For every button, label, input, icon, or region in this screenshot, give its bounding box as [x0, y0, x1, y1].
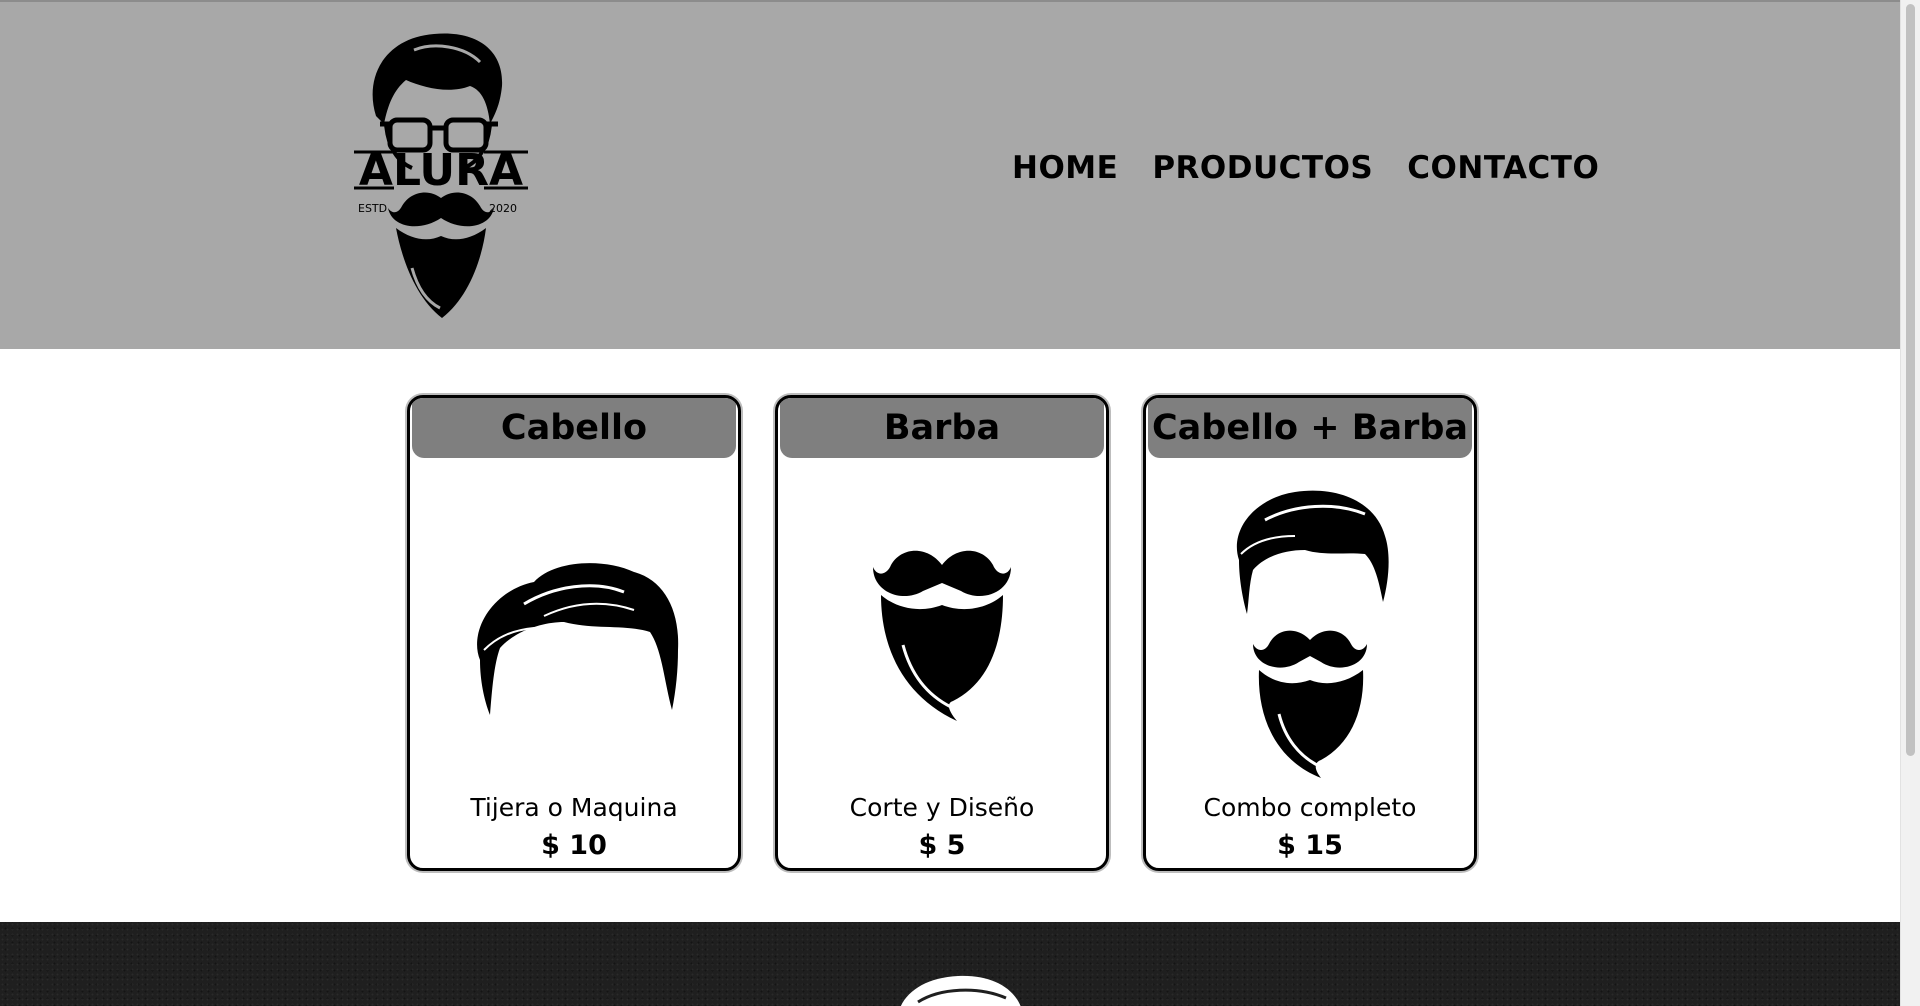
bearded-man-logo-icon: ALURA ESTD 2020: [354, 33, 528, 318]
main-nav: HOME PRODUCTOS CONTACTO: [1012, 150, 1599, 186]
product-card-cabello[interactable]: Cabello Tijera o Maquina $ 10: [407, 395, 741, 871]
hair-icon: [477, 563, 679, 715]
svg-text:2020: 2020: [489, 202, 517, 215]
product-title: Barba: [780, 398, 1104, 458]
nav-productos-link[interactable]: PRODUCTOS: [1152, 150, 1373, 186]
product-title: Cabello + Barba: [1148, 398, 1472, 458]
product-title: Cabello: [412, 398, 736, 458]
hair-and-beard-icon: [1236, 490, 1389, 778]
site-footer: [0, 922, 1900, 1006]
svg-text:ALURA: ALURA: [359, 145, 523, 196]
product-price: $ 15: [1277, 830, 1343, 861]
product-list: Cabello Tijera o Maquina $ 10 Barba Cort…: [407, 395, 1477, 871]
scrollbar-thumb[interactable]: [1906, 4, 1915, 756]
product-card-cabello-barba[interactable]: Cabello + Barba Combo completo $ 15: [1143, 395, 1477, 871]
footer-logo-icon: [901, 975, 1021, 1006]
product-description: Tijera o Maquina: [470, 793, 678, 822]
product-description: Corte y Diseño: [849, 793, 1035, 822]
site-header: ALURA ESTD 2020 HOME PRODUCTOS CONTACTO: [0, 0, 1900, 349]
product-description: Combo completo: [1203, 793, 1417, 822]
product-image: [410, 480, 738, 780]
beard-icon: [873, 550, 1011, 721]
nav-contacto-link[interactable]: CONTACTO: [1407, 150, 1599, 186]
product-image: [778, 480, 1106, 780]
nav-home-link[interactable]: HOME: [1012, 150, 1118, 186]
product-image: [1146, 480, 1474, 780]
svg-text:ESTD: ESTD: [358, 202, 387, 215]
product-price: $ 5: [918, 830, 966, 861]
product-card-barba[interactable]: Barba Corte y Diseño $ 5: [775, 395, 1109, 871]
alura-logo[interactable]: ALURA ESTD 2020: [354, 28, 528, 324]
vertical-scrollbar[interactable]: [1900, 0, 1920, 1006]
product-price: $ 10: [541, 830, 607, 861]
